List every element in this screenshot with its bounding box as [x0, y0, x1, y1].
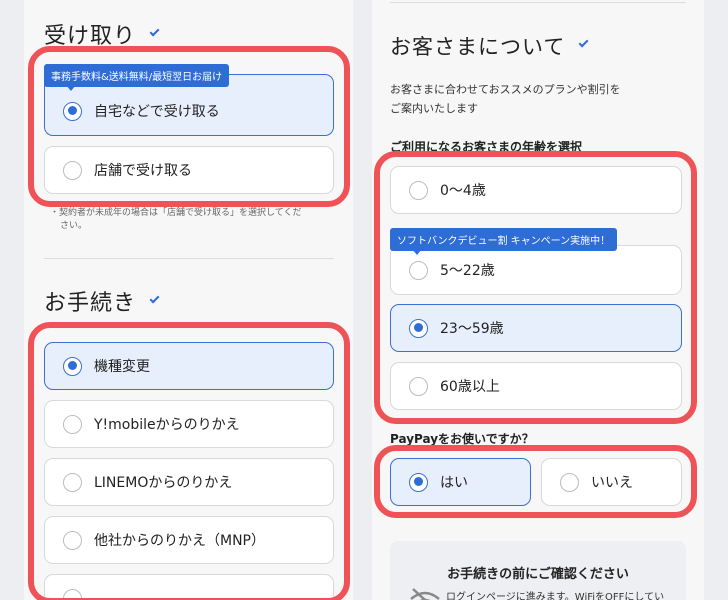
procedure-title-text: お手続き: [44, 291, 137, 316]
option-label: 機種変更: [94, 359, 150, 375]
customer-description-line-1: お客さまに合わせておススメのプランや割引を: [390, 83, 621, 96]
check-icon: [149, 26, 160, 36]
option-label: LINEMOからのりかえ: [94, 475, 233, 491]
customer-section-title: お客さまについて: [390, 31, 589, 61]
age-campaign-badge: ソフトバンクデビュー割 キャンペーン実施中！: [390, 228, 618, 251]
radio-icon[interactable]: [409, 260, 428, 280]
option-label: はい: [440, 475, 468, 491]
radio-icon[interactable]: [63, 530, 82, 550]
option-label: 0〜4歳: [440, 183, 486, 199]
confirm-box: お手続きの前にご確認ください ログインページに進みます。WiFiをOFFにしてい: [390, 541, 686, 600]
badge-tail-icon: [66, 85, 76, 91]
procedure-option-mnp[interactable]: 他社からのりかえ（MNP）: [44, 516, 334, 564]
top-divider: [390, 2, 686, 3]
section-divider: [44, 258, 334, 259]
left-panel: 受け取り 事務手数料&送料無料/最短翌日お届け 自宅などで受け取る 店舗で受け取…: [24, 0, 353, 600]
check-icon: [149, 293, 160, 303]
customer-title-text: お客さまについて: [390, 35, 566, 59]
customer-description: お客さまに合わせておススメのプランや割引を ご案内いたします: [390, 80, 686, 118]
receive-note-line-2: さい。: [60, 221, 88, 231]
wifi-off-icon: [410, 588, 440, 600]
option-label: 店舗で受け取る: [94, 163, 192, 179]
customer-description-line-2: ご案内いたします: [390, 102, 478, 115]
confirm-title: お手続きの前にご確認ください: [447, 567, 629, 582]
receive-note-line-1: ・契約者が未成年の場合は「店舗で受け取る」を選択してくだ: [50, 208, 302, 218]
receive-section-title: 受け取り: [44, 18, 160, 50]
radio-icon[interactable]: [63, 588, 82, 600]
radio-icon[interactable]: [560, 472, 579, 492]
receive-badge: 事務手数料&送料無料/最短翌日お届け: [44, 64, 230, 87]
radio-icon[interactable]: [409, 376, 428, 396]
radio-selected-icon[interactable]: [63, 356, 82, 376]
receive-note: ・契約者が未成年の場合は「店舗で受け取る」を選択してくだ さい。: [50, 207, 330, 233]
badge-tail-icon: [412, 249, 422, 255]
radio-icon[interactable]: [63, 472, 82, 492]
paypay-option-yes[interactable]: はい: [390, 458, 531, 506]
age-option-5-22[interactable]: 5〜22歳: [390, 245, 682, 295]
right-panel: お客さまについて お客さまに合わせておススメのプランや割引を ご案内いたします …: [372, 0, 704, 600]
option-label: 23〜59歳: [440, 321, 504, 337]
procedure-option-linemo[interactable]: LINEMOからのりかえ: [44, 458, 334, 506]
confirm-text: ログインページに進みます。WiFiをOFFにしてい: [446, 592, 665, 600]
option-label: 5〜22歳: [440, 263, 495, 279]
radio-icon[interactable]: [409, 180, 428, 200]
option-label: 他社からのりかえ（MNP）: [94, 533, 265, 549]
check-icon: [578, 37, 589, 47]
procedure-option-partial[interactable]: [44, 574, 334, 600]
radio-icon[interactable]: [63, 160, 82, 180]
receive-title-text: 受け取り: [44, 24, 137, 49]
radio-selected-icon[interactable]: [409, 318, 428, 338]
option-label: 60歳以上: [440, 379, 500, 395]
procedure-option-model-change[interactable]: 機種変更: [44, 342, 334, 390]
paypay-option-no[interactable]: いいえ: [541, 458, 682, 506]
procedure-option-ymobile[interactable]: Y!mobileからのりかえ: [44, 400, 334, 448]
receive-option-store[interactable]: 店舗で受け取る: [44, 146, 334, 194]
radio-selected-icon[interactable]: [63, 101, 82, 121]
radio-icon[interactable]: [63, 414, 82, 434]
radio-selected-icon[interactable]: [409, 472, 428, 492]
option-label: 自宅などで受け取る: [94, 104, 220, 120]
option-label: いいえ: [591, 475, 633, 491]
age-option-60-plus[interactable]: 60歳以上: [390, 362, 682, 410]
option-label: Y!mobileからのりかえ: [94, 417, 240, 433]
age-option-0-4[interactable]: 0〜4歳: [390, 166, 682, 214]
procedure-section-title: お手続き: [44, 285, 160, 317]
age-select-label: ご利用になるお客さまの年齢を選択: [390, 140, 583, 154]
age-option-23-59[interactable]: 23〜59歳: [390, 304, 682, 352]
paypay-label: PayPayをお使いですか？: [390, 432, 534, 446]
